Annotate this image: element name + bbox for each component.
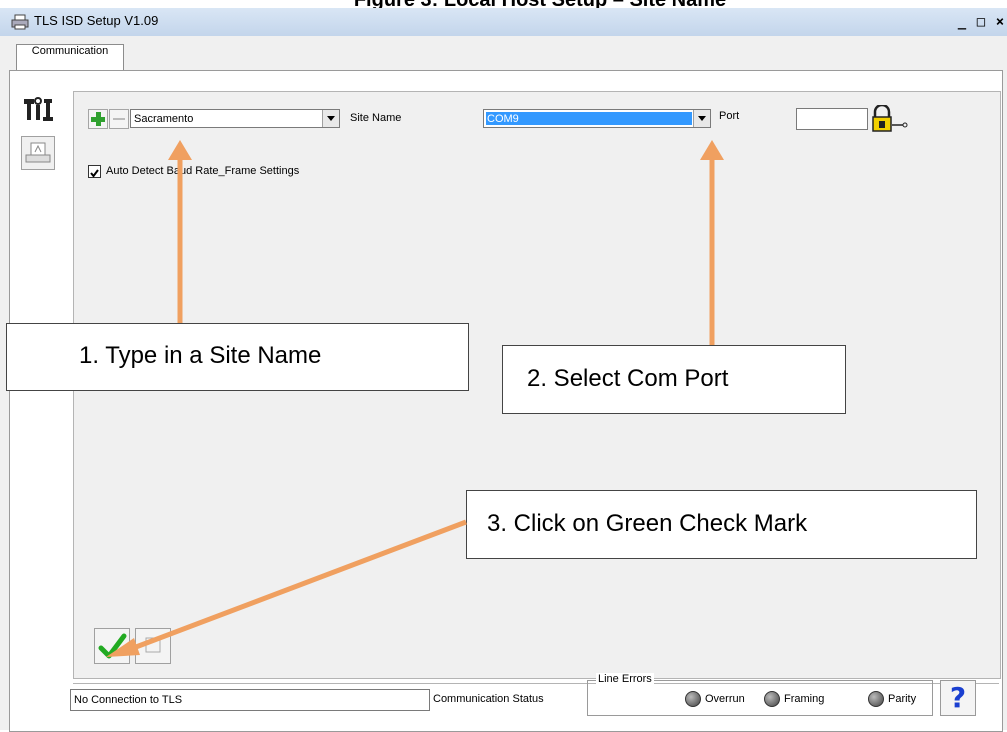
printer-app-icon — [11, 14, 29, 30]
tools-icon — [24, 97, 53, 121]
remove-site-button[interactable] — [109, 109, 129, 129]
auto-detect-label: Auto Detect Baud Rate_Frame Settings — [106, 165, 300, 177]
auto-detect-checkbox[interactable] — [88, 165, 101, 178]
callout-step-3: 3. Click on Green Check Mark — [466, 490, 977, 559]
com-port-value: COM9 — [487, 113, 519, 125]
com-port-combo[interactable]: COM9 — [483, 109, 711, 128]
port-label: Port — [719, 110, 740, 122]
framing-label: Framing — [784, 693, 825, 705]
connection-status-text: No Connection to TLS — [74, 694, 183, 706]
tab-communication[interactable]: Communication — [16, 44, 124, 71]
callout-step-1: 1. Type in a Site Name — [6, 323, 469, 391]
print-button[interactable] — [21, 136, 55, 170]
callout-step-3-text: 3. Click on Green Check Mark — [487, 510, 808, 537]
green-check-icon — [98, 633, 127, 659]
padlock-key-icon — [872, 103, 908, 132]
lock-button[interactable] — [872, 103, 908, 133]
overrun-label: Overrun — [705, 693, 745, 705]
parity-indicator — [868, 691, 884, 707]
site-name-value: Sacramento — [134, 113, 194, 125]
chevron-down-icon[interactable] — [322, 110, 339, 127]
site-name-combo[interactable]: Sacramento — [130, 109, 340, 128]
window-title: TLS ISD Setup V1.09 — [34, 13, 159, 28]
title-bar: TLS ISD Setup V1.09 _ □ × — [0, 8, 1007, 36]
help-icon: ? — [949, 681, 967, 714]
callout-step-2-text: 2. Select Com Port — [527, 365, 729, 392]
ok-button[interactable] — [94, 628, 130, 664]
printer-icon — [25, 142, 51, 163]
framing-indicator — [764, 691, 780, 707]
tools-button[interactable] — [22, 95, 56, 125]
minus-icon — [113, 118, 125, 120]
site-name-label: Site Name — [350, 112, 402, 124]
connection-status-field: No Connection to TLS — [70, 689, 430, 711]
parity-label: Parity — [888, 693, 917, 705]
communication-status-label: Communication Status — [433, 693, 544, 705]
add-site-button[interactable] — [88, 109, 108, 129]
minimize-button[interactable]: _ — [954, 14, 970, 30]
blank-button-icon — [145, 637, 161, 653]
line-errors-group: Line Errors Overrun Framing Parity — [587, 673, 933, 716]
chevron-down-icon[interactable] — [693, 110, 710, 127]
callout-step-1-text: 1. Type in a Site Name — [79, 342, 322, 369]
line-errors-label: Line Errors — [596, 673, 654, 685]
help-button[interactable]: ? — [940, 680, 976, 716]
password-field[interactable] — [796, 108, 868, 130]
maximize-button[interactable]: □ — [973, 14, 989, 30]
callout-step-2: 2. Select Com Port — [502, 345, 846, 414]
cancel-button[interactable] — [135, 628, 171, 664]
checkmark-icon — [90, 169, 99, 178]
overrun-indicator — [685, 691, 701, 707]
close-button[interactable]: × — [992, 14, 1007, 30]
plus-icon — [91, 112, 105, 126]
